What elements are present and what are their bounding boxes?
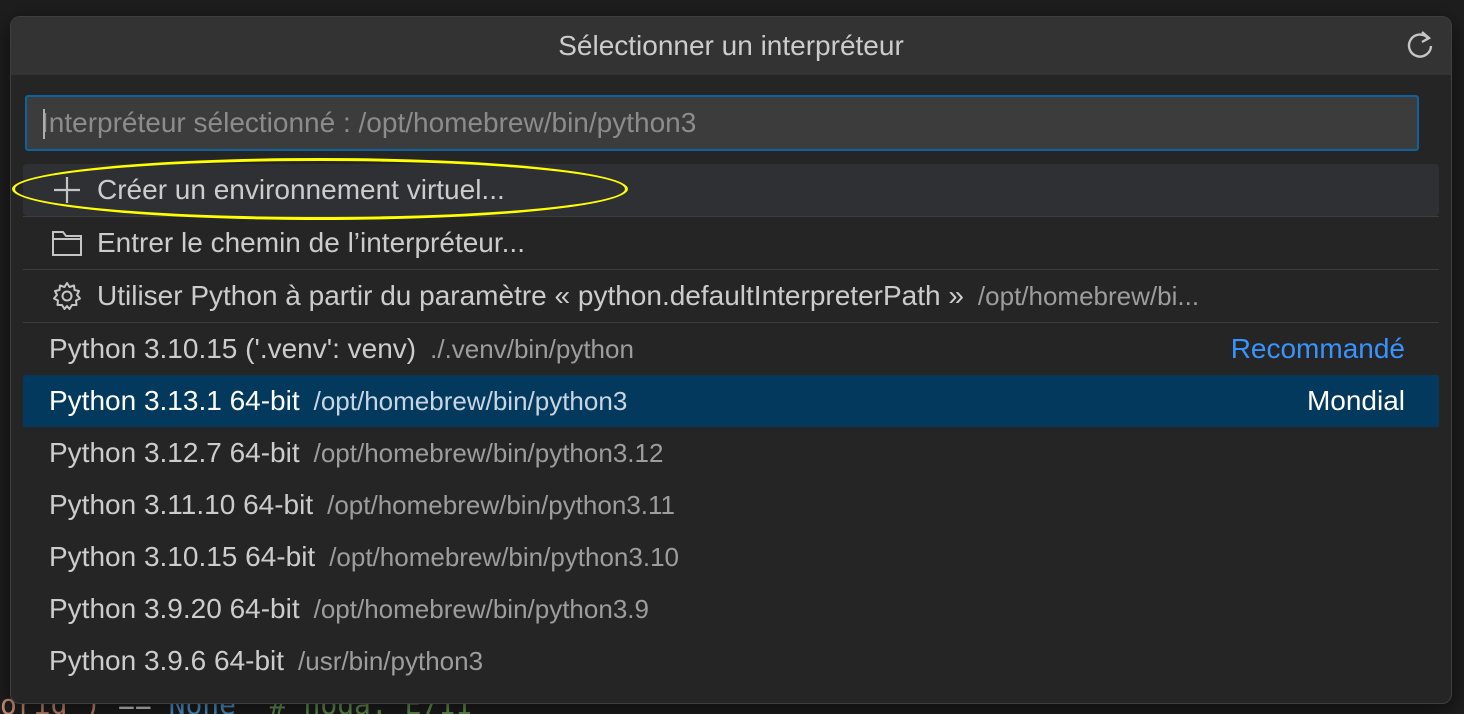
interpreter-text: Python 3.10.15 ('.venv': venv) ./.venv/bi…: [49, 323, 634, 375]
use-setting-path: /opt/homebrew/bi...: [977, 281, 1200, 311]
interpreter-search-box[interactable]: [25, 95, 1419, 151]
gear-icon: [53, 282, 81, 310]
interpreter-path: /opt/homebrew/bin/python3.10: [329, 542, 679, 572]
enter-path-label: Entrer le chemin de l’interpréteur...: [97, 227, 525, 258]
interpreter-label: Python 3.9.20 64-bit: [49, 593, 300, 624]
interpreter-label: Python 3.12.7 64-bit: [49, 437, 300, 468]
interpreter-search-input[interactable]: [27, 97, 1417, 149]
interpreter-path: /opt/homebrew/bin/python3.12: [313, 438, 664, 468]
interpreter-path: ./.venv/bin/python: [430, 334, 634, 364]
interpreter-text: Python 3.10.15 64-bit/opt/homebrew/bin/p…: [49, 531, 679, 583]
interpreter-text: Python 3.12.7 64-bit/opt/homebrew/bin/py…: [49, 427, 663, 479]
global-badge: Mondial: [1306, 385, 1405, 416]
interpreter-text: Python 3.13.1 64-bit/opt/homebrew/bin/py…: [49, 375, 627, 427]
interpreter-label: Python 3.11.10 64-bit: [49, 489, 314, 520]
interpreter-text: Python 3.9.6 64-bit/usr/bin/python3: [49, 635, 483, 687]
enter-path-item[interactable]: Entrer le chemin de l’interpréteur...: [23, 216, 1439, 269]
interpreter-item[interactable]: Python 3.12.7 64-bit/opt/homebrew/bin/py…: [23, 427, 1439, 479]
interpreter-quick-pick: Sélectionner un interpréteur Créer un en…: [10, 16, 1452, 704]
text-caret: [43, 109, 45, 139]
interpreter-path: /opt/homebrew/bin/python3.11: [327, 490, 675, 520]
create-venv-item[interactable]: Créer un environnement virtuel...: [23, 164, 1439, 216]
interpreter-path: /opt/homebrew/bin/python3: [313, 386, 628, 416]
interpreter-label: Python 3.10.15 ('.venv': venv): [49, 333, 417, 364]
interpreter-path: /usr/bin/python3: [298, 646, 484, 676]
interpreter-label: Python 3.10.15 64-bit: [49, 541, 316, 572]
quick-pick-title: Sélectionner un interpréteur: [558, 30, 904, 61]
interpreter-item[interactable]: Python 3.11.10 64-bit/opt/homebrew/bin/p…: [23, 479, 1439, 531]
use-setting-item[interactable]: Utiliser Python à partir du paramètre « …: [23, 269, 1439, 322]
interpreter-label: Python 3.13.1 64-bit: [49, 385, 300, 416]
quick-pick-title-bar: Sélectionner un interpréteur: [11, 17, 1451, 75]
interpreter-item[interactable]: Python 3.10.15 ('.venv': venv) ./.venv/bi…: [23, 322, 1439, 375]
vscode-window: orig") == None # noqa: E711 Sélectionner…: [0, 0, 1464, 714]
interpreter-path: /opt/homebrew/bin/python3.9: [313, 594, 649, 624]
create-venv-label: Créer un environnement virtuel...: [97, 174, 505, 205]
recommended-badge: Recommandé: [1230, 333, 1405, 364]
interpreter-item[interactable]: Python 3.9.20 64-bit/opt/homebrew/bin/py…: [23, 583, 1439, 635]
interpreter-item[interactable]: Python 3.10.15 64-bit/opt/homebrew/bin/p…: [23, 531, 1439, 583]
interpreter-item[interactable]: Python 3.9.6 64-bit/usr/bin/python3: [23, 635, 1439, 687]
use-setting-label: Utiliser Python à partir du paramètre « …: [97, 280, 964, 311]
interpreter-item-selected[interactable]: Python 3.13.1 64-bit/opt/homebrew/bin/py…: [23, 375, 1439, 427]
interpreter-list: Créer un environnement virtuel... Entrer…: [23, 164, 1439, 687]
refresh-icon[interactable]: [1403, 29, 1437, 63]
interpreter-label: Python 3.9.6 64-bit: [49, 645, 285, 676]
add-icon: [54, 177, 80, 203]
interpreter-text: Python 3.9.20 64-bit/opt/homebrew/bin/py…: [49, 583, 649, 635]
interpreter-text: Python 3.11.10 64-bit/opt/homebrew/bin/p…: [49, 479, 675, 531]
folder-icon: [52, 231, 82, 256]
use-setting-text: Utiliser Python à partir du paramètre « …: [97, 270, 1199, 322]
